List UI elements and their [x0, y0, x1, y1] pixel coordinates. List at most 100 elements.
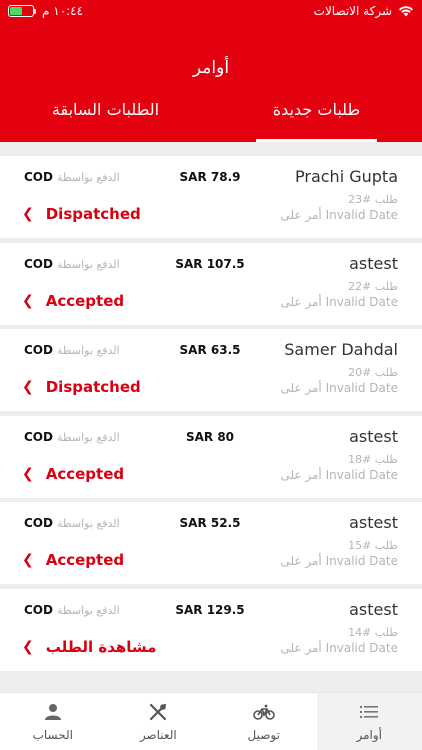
nav-account[interactable]: الحساب — [0, 693, 106, 750]
order-status-button[interactable]: ❮ Dispatched — [22, 205, 141, 223]
date-value: Invalid Date — [325, 208, 398, 222]
payment-info: COD الدفع بواسطة — [24, 516, 120, 530]
date-prefix: أمر على — [280, 640, 322, 655]
payment-label: الدفع بواسطة — [56, 257, 120, 271]
order-amount: SAR 129.5 — [175, 602, 245, 617]
date-prefix: أمر على — [280, 381, 322, 396]
order-status: Accepted — [45, 464, 125, 483]
payment-info: COD الدفع بواسطة — [24, 603, 120, 617]
customer-name: Samer Dahdal — [284, 340, 398, 360]
list-icon — [358, 702, 380, 722]
payment-info: COD الدفع بواسطة — [24, 257, 120, 271]
payment-info: COD الدفع بواسطة — [24, 343, 120, 357]
tab-bar: الطلبات السابقة طلبات جديدة — [0, 98, 422, 142]
order-prefix: طلب — [374, 279, 398, 293]
order-card[interactable]: COD الدفع بواسطة SAR 107.5 astest طلب #2… — [0, 242, 422, 325]
date-value: Invalid Date — [325, 294, 398, 309]
chevron-left-icon: ❮ — [22, 292, 34, 309]
order-id: #20 — [348, 366, 372, 380]
order-id: #15 — [348, 539, 372, 553]
order-status: Dispatched — [45, 205, 141, 223]
chevron-left-icon: ❮ — [22, 379, 34, 396]
order-amount: SAR 63.5 — [179, 343, 241, 358]
battery-fill — [10, 7, 23, 15]
clock: ١٠:٤٤ م — [42, 4, 84, 18]
order-status-button[interactable]: ❮ Dispatched — [22, 378, 141, 396]
tab-new-orders[interactable]: طلبات جديدة — [211, 98, 422, 142]
customer-name: astest — [349, 513, 398, 533]
date-prefix: أمر على — [280, 208, 322, 222]
wifi-icon — [399, 6, 413, 17]
order-status-button[interactable]: ❮ Accepted — [22, 551, 124, 569]
status-bar-right: شركة الاتصالات — [314, 4, 414, 18]
order-card[interactable]: COD الدفع بواسطة SAR 78.9 Prachi Gupta ط… — [0, 156, 422, 238]
order-status-button[interactable]: ❮ Accepted — [22, 465, 124, 483]
payment-label: الدفع بواسطة — [56, 517, 120, 531]
nav-orders[interactable]: أوامر — [316, 693, 422, 750]
payment-method: COD — [24, 602, 53, 617]
order-prefix: طلب — [374, 193, 398, 206]
customer-name: astest — [349, 426, 398, 446]
order-amount: SAR 80 — [185, 429, 235, 444]
order-status: Dispatched — [45, 378, 141, 397]
order-amount: SAR 107.5 — [175, 256, 245, 271]
payment-label: الدفع بواسطة — [56, 344, 120, 358]
orders-list[interactable]: COD الدفع بواسطة SAR 78.9 Prachi Gupta ط… — [0, 142, 422, 692]
order-number: طلب #23 — [348, 193, 398, 206]
order-prefix: طلب — [374, 539, 398, 553]
payment-info: COD الدفع بواسطة — [24, 170, 120, 184]
order-date: أمر على Invalid Date — [280, 381, 398, 395]
date-prefix: أمر على — [280, 467, 322, 482]
payment-label: الدفع بواسطة — [56, 171, 120, 184]
order-status: مشاهدة الطلب — [45, 637, 157, 656]
nav-orders-label: أوامر — [356, 728, 382, 742]
bicycle-icon — [252, 702, 275, 722]
order-card[interactable]: COD الدفع بواسطة SAR 129.5 astest طلب #1… — [0, 588, 422, 671]
date-value: Invalid Date — [325, 467, 398, 482]
order-number: طلب #15 — [348, 539, 398, 552]
payment-info: COD الدفع بواسطة — [24, 430, 120, 444]
payment-label: الدفع بواسطة — [56, 430, 120, 444]
date-value: Invalid Date — [325, 381, 398, 396]
nav-account-label: الحساب — [32, 728, 73, 742]
date-value: Invalid Date — [325, 554, 398, 569]
order-card[interactable]: COD الدفع بواسطة SAR 63.5 Samer Dahdal ط… — [0, 329, 422, 412]
chevron-left-icon: ❮ — [22, 552, 34, 569]
order-date: أمر على Invalid Date — [280, 208, 398, 222]
order-number: طلب #20 — [348, 366, 398, 379]
order-date: أمر على Invalid Date — [280, 554, 398, 568]
nav-delivery[interactable]: توصيل — [211, 693, 317, 750]
order-id: #22 — [348, 279, 372, 293]
status-bar-left: ١٠:٤٤ م — [8, 4, 83, 18]
order-card[interactable]: COD الدفع بواسطة SAR 52.5 astest طلب #15… — [0, 502, 422, 585]
order-number: طلب #18 — [348, 453, 398, 466]
order-status-button[interactable]: ❮ مشاهدة الطلب — [22, 638, 156, 656]
order-status: Accepted — [45, 291, 125, 310]
order-id: #18 — [348, 452, 372, 466]
tab-previous-orders[interactable]: الطلبات السابقة — [0, 98, 211, 142]
order-card[interactable]: COD الدفع بواسطة SAR 80 astest طلب #18 أ… — [0, 415, 422, 498]
order-prefix: طلب — [374, 366, 398, 380]
chevron-left-icon: ❮ — [22, 206, 34, 222]
customer-name: astest — [349, 253, 398, 273]
payment-method: COD — [24, 429, 53, 444]
payment-method: COD — [24, 170, 53, 184]
customer-name: Prachi Gupta — [295, 167, 398, 186]
user-icon — [42, 702, 64, 722]
order-amount: SAR 78.9 — [179, 170, 241, 184]
nav-items[interactable]: العناصر — [106, 693, 212, 750]
page-title: أوامر — [192, 58, 230, 78]
order-id: #23 — [348, 193, 372, 206]
order-number: طلب #14 — [348, 626, 398, 639]
order-date: أمر على Invalid Date — [280, 295, 398, 309]
order-prefix: طلب — [374, 452, 398, 466]
bottom-nav: الحساب العناصر توصيل أوامر — [0, 692, 422, 750]
customer-name: astest — [349, 599, 398, 619]
app-header: أوامر الطلبات السابقة طلبات جديدة — [0, 22, 422, 142]
battery-icon — [8, 5, 36, 17]
order-date: أمر على Invalid Date — [280, 641, 398, 655]
date-prefix: أمر على — [280, 554, 322, 569]
order-number: طلب #22 — [348, 280, 398, 293]
date-prefix: أمر على — [280, 294, 322, 309]
order-status-button[interactable]: ❮ Accepted — [22, 292, 124, 310]
